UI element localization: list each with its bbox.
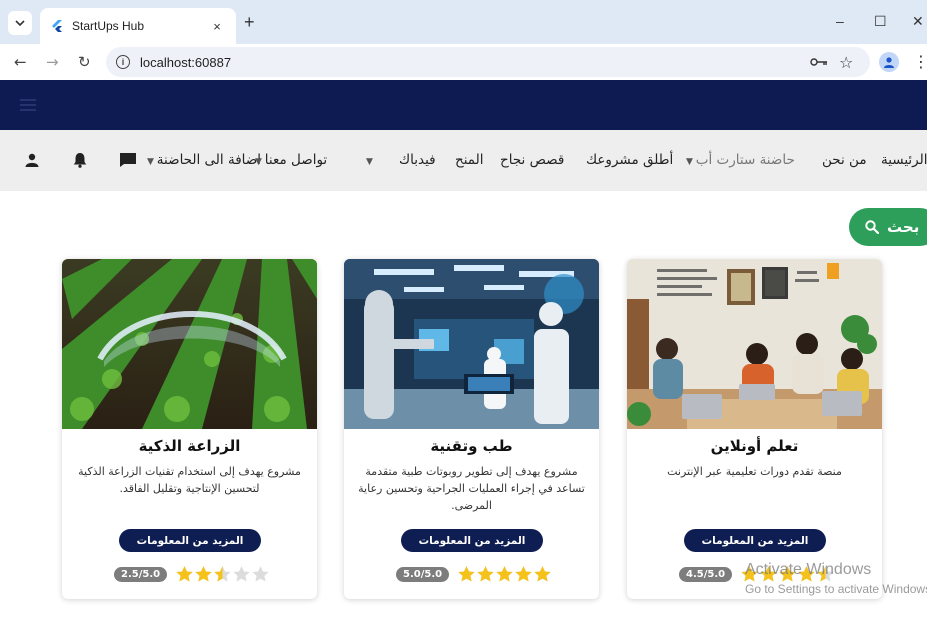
nav-startup-incubator[interactable]: ▼ حاضنة ستارت أب [686,151,795,171]
project-card-online-learning: تعلم أونلاين منصة تقدم دورات تعليمية عبر… [627,259,882,599]
new-tab-button[interactable]: + [244,13,255,31]
star-icon [477,566,494,582]
star-rating [457,565,552,584]
star-icon [176,566,193,582]
project-card-medtech: طب وتقنية مشروع يهدف إلى تطوير روبوتات ط… [344,259,599,599]
star-icon [496,566,513,582]
browser-tabstrip: StartUps Hub × + – ☐ ✕ [0,0,927,44]
nav-contact-us[interactable]: ▼ تواصل معنا [255,151,327,171]
minimize-button[interactable]: – [836,14,844,28]
nav-feedback[interactable]: فيدباك [399,151,436,169]
nav-about-us[interactable]: من نحن [822,151,867,169]
chat-icon[interactable] [119,152,137,168]
star-rating [175,565,270,584]
nav-dropdown-toggle[interactable]: ▼ [366,151,373,171]
card-title: تعلم أونلاين [710,437,799,455]
star-icon [534,566,551,582]
more-info-button[interactable]: المزيد من المعلومات [401,529,543,552]
activation-watermark-title: Activate Windows [745,561,872,578]
tab-title: StartUps Hub [72,19,145,33]
main-navbar: ▼ اضافة الى الحاضنة ▼ تواصل معنا ▼ فيدبا… [0,130,927,191]
nav-add-to-incubator[interactable]: ▼ اضافة الى الحاضنة [147,151,261,171]
star-icon [233,566,250,582]
card-title: طب وتقنية [430,437,513,455]
nav-success-stories[interactable]: قصص نجاح [500,151,564,169]
nav-grants[interactable]: المنح [455,151,483,169]
profile-avatar-icon[interactable] [879,52,899,72]
star-icon [458,566,475,582]
url-text: localhost:60887 [140,54,232,70]
star-icon [195,566,212,582]
card-title: الزراعة الذكية [138,437,241,455]
hamburger-menu-icon[interactable] [20,99,36,111]
password-key-icon[interactable] [810,47,828,77]
medical-robot-lab-image [344,259,599,429]
bookmark-star-icon[interactable]: ☆ [839,47,853,77]
agriculture-image [62,259,317,429]
more-info-button[interactable]: المزيد من المعلومات [684,529,826,552]
flutter-icon [52,20,62,32]
rating-badge: 5.0/5.0 [396,567,450,582]
maximize-button[interactable]: ☐ [874,14,887,28]
search-button[interactable]: بحث [849,208,927,246]
browser-tab[interactable]: StartUps Hub × [40,8,236,44]
activation-watermark-subtitle: Go to Settings to activate Windows. [745,582,927,596]
back-arrow-icon[interactable]: ← [14,52,27,72]
students-studying-image [627,259,882,429]
rating: 2.5/5.0 [114,565,270,584]
rating-badge: 2.5/5.0 [114,567,168,582]
browser-menu-icon[interactable]: ⋮ [913,52,927,72]
more-info-button[interactable]: المزيد من المعلومات [119,529,261,552]
forward-arrow-icon[interactable]: → [46,52,59,72]
star-icon [252,566,269,582]
bell-icon[interactable] [73,152,87,168]
rating-badge: 4.5/5.0 [679,567,733,582]
card-description: مشروع يهدف إلى تطوير روبوتات طبية متقدمة… [358,465,585,512]
tab-close-icon[interactable]: × [208,19,226,34]
nav-launch-project[interactable]: أطلق مشروعك [586,151,673,169]
rating: 5.0/5.0 [396,565,552,584]
address-bar[interactable]: i localhost:60887 ☆ [106,47,870,77]
chevron-down-icon [15,20,25,27]
star-icon [515,566,532,582]
card-description: منصة تقدم دورات تعليمية عبر الإنترنت [667,465,842,478]
search-icon [865,220,879,234]
search-label: بحث [887,218,920,236]
window-close-button[interactable]: ✕ [912,14,924,28]
user-icon[interactable] [25,153,39,167]
tab-search-button[interactable] [8,11,32,35]
star-icon [214,566,231,582]
site-header [0,80,927,130]
project-card-agriculture: الزراعة الذكية مشروع يهدف إلى استخدام تق… [62,259,317,599]
card-description: مشروع يهدف إلى استخدام تقنيات الزراعة ال… [78,465,301,495]
site-info-icon[interactable]: i [116,55,130,69]
reload-icon[interactable]: ↻ [78,52,91,72]
browser-toolbar: ← → ↻ i localhost:60887 ☆ ⋮ [0,44,927,80]
nav-home[interactable]: الرئيسية [881,151,927,169]
